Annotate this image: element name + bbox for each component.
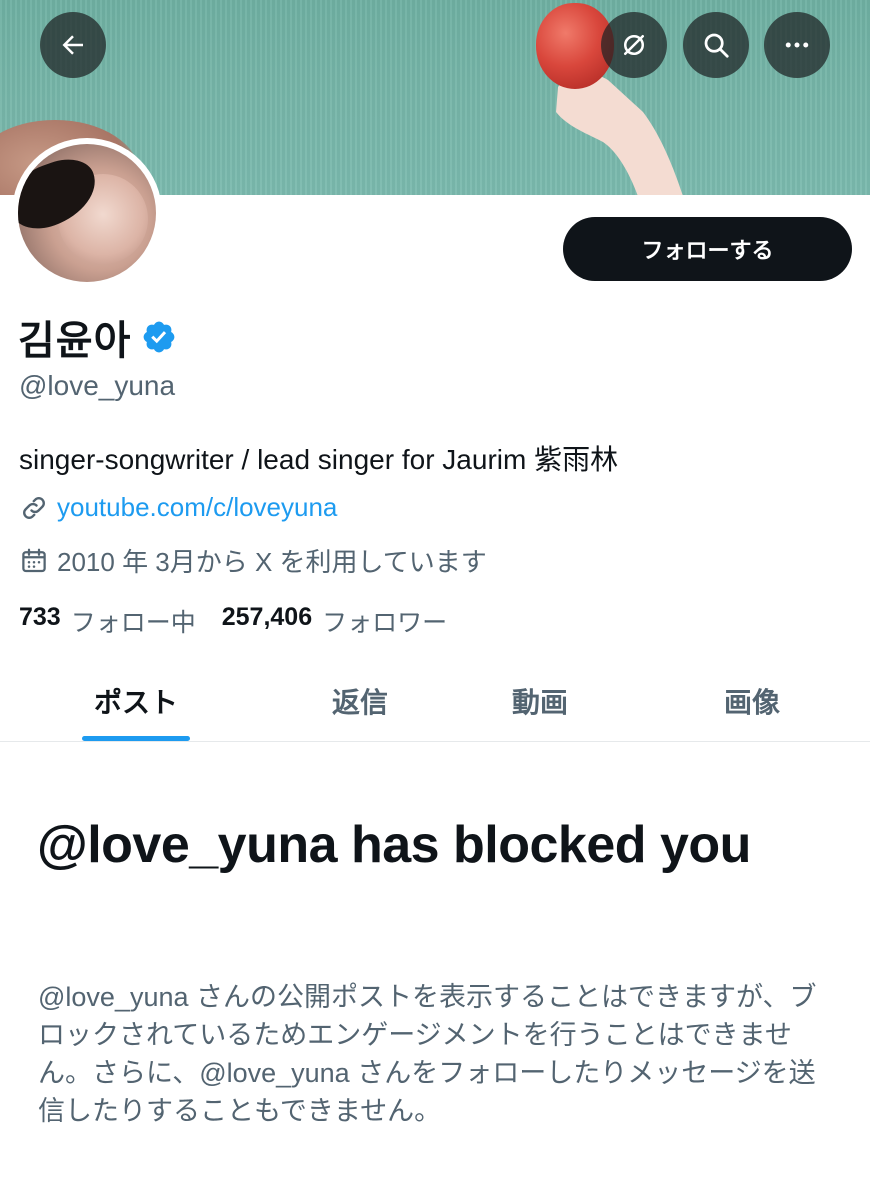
verified-badge-icon[interactable] <box>141 319 177 355</box>
following-count: 733 <box>19 603 61 631</box>
back-button[interactable] <box>40 12 106 78</box>
profile-link-row: youtube.com/c/loveyuna <box>19 492 337 523</box>
tab-images-label: 画像 <box>723 686 780 718</box>
profile-stats: 733 フォロー中 257,406 フォロワー <box>19 603 447 639</box>
blocked-title: @love_yuna has blocked you <box>37 816 751 874</box>
blocked-description: @love_yuna さんの公開ポストを表示することはできますが、ブロックされて… <box>38 982 817 1126</box>
search-button[interactable] <box>683 12 749 78</box>
following-label: フォロー中 <box>70 609 196 637</box>
avatar[interactable] <box>12 138 162 288</box>
tab-images[interactable]: 画像 <box>712 660 792 741</box>
search-icon <box>704 33 729 58</box>
display-name-row: 김윤아 <box>18 308 177 366</box>
followers-label: フォロワー <box>322 609 448 637</box>
link-icon <box>23 496 45 519</box>
tab-replies[interactable]: 返信 <box>320 660 400 741</box>
active-tab-indicator <box>82 736 190 741</box>
tab-videos[interactable]: 動画 <box>500 660 580 741</box>
more-button[interactable] <box>764 12 830 78</box>
avatar-image <box>18 144 156 282</box>
profile-link[interactable]: youtube.com/c/loveyuna <box>57 492 337 523</box>
following-stat[interactable]: 733 フォロー中 <box>19 603 196 639</box>
calendar-icon <box>22 548 46 572</box>
tab-posts-label: ポスト <box>93 686 178 718</box>
followers-stat[interactable]: 257,406 フォロワー <box>222 603 447 639</box>
bio: singer-songwriter / lead singer for Jaur… <box>19 444 619 475</box>
follow-button[interactable]: フォローする <box>563 217 852 281</box>
profile-tabs: ポスト 返信 動画 画像 <box>0 660 870 742</box>
tab-videos-label: 動画 <box>511 686 568 718</box>
block-info-button[interactable] <box>601 12 667 78</box>
joined-date: 2010 年 3月から X を利用しています <box>57 547 487 577</box>
tab-replies-label: 返信 <box>331 686 388 718</box>
link-off-icon <box>624 35 644 55</box>
more-horizontal-icon <box>785 42 809 48</box>
joined-date-row: 2010 年 3月から X を利用しています <box>19 542 487 579</box>
followers-count: 257,406 <box>221 603 313 631</box>
display-name: 김윤아 <box>18 319 132 363</box>
tab-posts[interactable]: ポスト <box>82 660 190 741</box>
handle: @love_yuna <box>19 370 176 401</box>
arrow-left-icon <box>62 35 83 55</box>
